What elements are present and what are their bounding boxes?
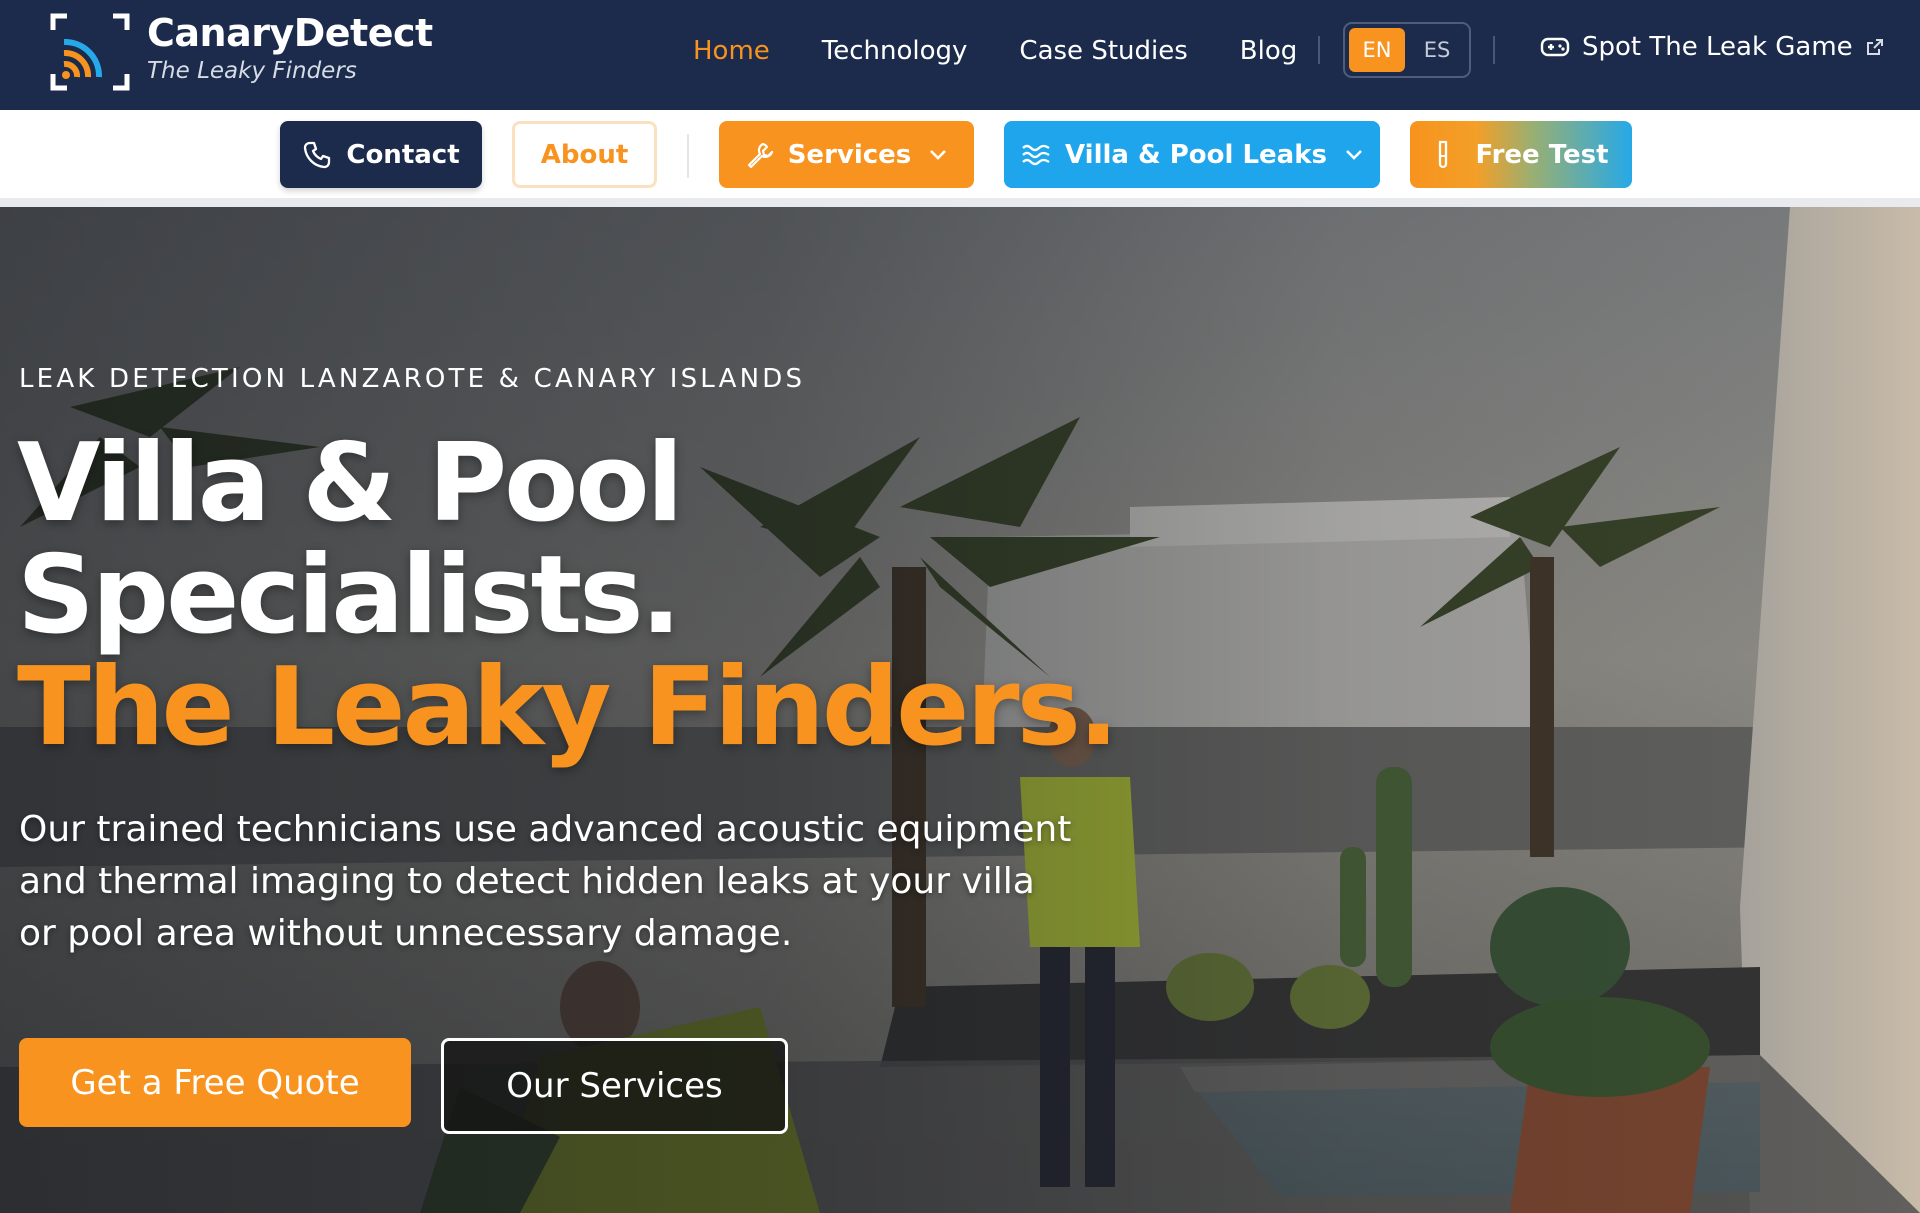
brand[interactable]: CanaryDetect The Leaky Finders — [147, 10, 433, 84]
nav-link-case-studies[interactable]: Case Studies — [1019, 36, 1187, 66]
nav-divider — [1493, 36, 1495, 64]
nav-divider — [1318, 36, 1320, 64]
language-switcher: EN ES — [1343, 22, 1471, 78]
phone-icon — [304, 141, 331, 168]
gamepad-icon — [1540, 37, 1570, 57]
contact-label: Contact — [346, 139, 460, 170]
get-free-quote-button[interactable]: Get a Free Quote — [19, 1038, 411, 1127]
our-services-button[interactable]: Our Services — [441, 1038, 788, 1134]
brand-name: CanaryDetect — [147, 11, 433, 55]
services-label: Services — [787, 139, 912, 170]
villa-pool-leaks-dropdown-button[interactable]: Villa & Pool Leaks — [1004, 121, 1380, 188]
hero-headline-line-3: The Leaky Finders. — [17, 645, 1119, 770]
free-test-label: Free Test — [1475, 139, 1609, 170]
nav-link-technology[interactable]: Technology — [822, 36, 968, 66]
hero-section: LEAK DETECTION LANZAROTE & CANARY ISLAND… — [0, 207, 1920, 1213]
hero-description: Our trained technicians use advanced aco… — [19, 809, 1072, 954]
nav-link-blog[interactable]: Blog — [1240, 36, 1297, 66]
brand-tagline: The Leaky Finders — [147, 58, 357, 84]
chevron-down-icon — [1346, 149, 1362, 160]
hero-headline-line-2: Specialists. — [17, 533, 682, 658]
chevron-down-icon — [930, 149, 947, 160]
lang-es-button[interactable]: ES — [1409, 28, 1465, 72]
about-button[interactable]: About — [512, 121, 657, 188]
services-dropdown-button[interactable]: Services — [719, 121, 974, 188]
contact-button[interactable]: Contact — [280, 121, 482, 188]
wrench-icon — [747, 142, 773, 168]
waves-icon — [1022, 144, 1050, 165]
subnav-divider — [687, 134, 689, 178]
top-navigation-bar: CanaryDetect The Leaky Finders Home Tech… — [0, 0, 1920, 110]
villa-pool-leaks-label: Villa & Pool Leaks — [1065, 139, 1327, 170]
hero-headline-line-1: Villa & Pool — [17, 421, 684, 546]
external-link-icon — [1866, 39, 1883, 55]
main-nav: Home Technology Case Studies Blog — [693, 31, 1349, 71]
free-test-button[interactable]: Free Test — [1410, 121, 1632, 188]
test-tube-icon — [1439, 140, 1448, 168]
lang-en-button[interactable]: EN — [1349, 28, 1405, 72]
about-label: About — [540, 139, 629, 170]
game-link-label: Spot The Leak Game — [1582, 32, 1853, 62]
logo-icon[interactable] — [49, 12, 131, 92]
secondary-navigation-bar: Contact About Services Villa & Pool Leak… — [0, 110, 1920, 198]
hero-eyebrow: LEAK DETECTION LANZAROTE & CANARY ISLAND… — [19, 364, 806, 394]
spot-the-leak-game-link[interactable]: Spot The Leak Game — [1540, 32, 1885, 62]
nav-link-home[interactable]: Home — [693, 36, 770, 66]
subnav-divider-strip — [0, 198, 1920, 207]
